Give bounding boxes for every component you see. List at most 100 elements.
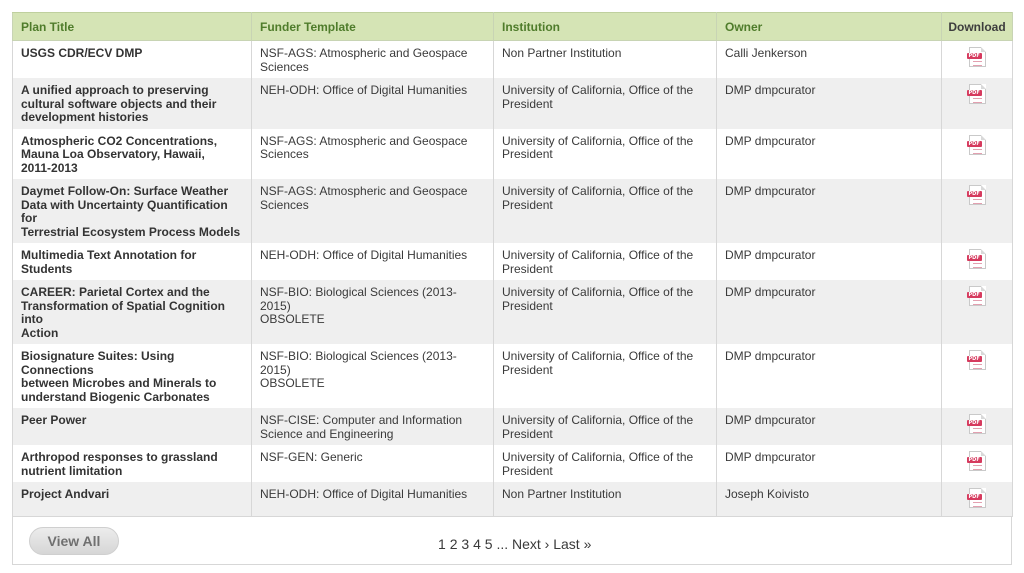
pdf-badge: PDF <box>966 494 982 500</box>
plan-title-line: Biosignature Suites: Using Connections <box>21 349 175 377</box>
column-header-owner[interactable]: Owner <box>716 12 942 41</box>
table-row[interactable]: Multimedia Text Annotation for Students NE… <box>12 243 1013 280</box>
pagination-ellipsis: ... <box>496 535 509 552</box>
download-cell: PDF <box>941 40 1013 78</box>
funder-template-line: NEH-ODH: Office of Digital Humanities <box>260 487 468 501</box>
institution-line: University of California, Office of the <box>502 450 694 464</box>
funder-template-line: NSF-BIO: Biological Sciences (2013-2015) <box>260 349 457 377</box>
view-all-button[interactable]: View All <box>29 526 119 555</box>
funder-template-cell: NSF-AGS: Atmospheric and Geospace Science… <box>251 40 494 78</box>
funder-template-line: NSF-AGS: Atmospheric and Geospace <box>260 184 468 198</box>
plan-title-cell[interactable]: Peer Power <box>12 408 252 445</box>
funder-template-line: Sciences <box>260 197 309 212</box>
institution-line: University of California, Office of the <box>502 285 694 299</box>
plan-title-cell[interactable]: CAREER: Parietal Cortex and the Transform… <box>12 280 252 344</box>
pdf-download-icon[interactable]: PDF <box>966 350 986 370</box>
table-row[interactable]: Project Andvari NEH-ODH: Office of Digita… <box>12 482 1013 517</box>
plan-title-cell[interactable]: Multimedia Text Annotation for Students <box>12 243 252 280</box>
pdf-badge: PDF <box>966 292 982 298</box>
funder-template-cell: NSF-AGS: Atmospheric and Geospace Science… <box>251 179 494 243</box>
institution-line: University of California, Office of the <box>502 349 694 363</box>
plan-title-line: Mauna Loa Observatory, Hawaii, <box>21 147 205 161</box>
plan-title-line: A unified approach to preserving <box>21 83 209 97</box>
column-header-funder-template[interactable]: Funder Template <box>251 12 494 41</box>
plan-title-cell[interactable]: Atmospheric CO2 Concentrations, Mauna Loa… <box>12 128 252 179</box>
download-cell: PDF <box>941 445 1013 482</box>
pdf-badge: PDF <box>966 420 982 426</box>
table-row[interactable]: Arthropod responses to grassland nutrient… <box>12 445 1013 482</box>
table-row[interactable]: A unified approach to preserving cultural… <box>12 78 1013 129</box>
funder-template-line: NSF-AGS: Atmospheric and Geospace <box>260 46 468 60</box>
table-row[interactable]: Biosignature Suites: Using Connections be… <box>12 344 1013 408</box>
column-header-plan-title[interactable]: Plan Title <box>12 12 252 41</box>
page-link[interactable]: 4 <box>473 536 481 552</box>
plan-title-line: Daymet Follow-On: Surface Weather <box>21 184 229 198</box>
pdf-page-lines <box>972 61 982 66</box>
institution-line: President <box>502 147 553 161</box>
pdf-page-lines <box>972 263 982 268</box>
funder-template-cell: NSF-CISE: Computer and Information Scienc… <box>251 408 494 445</box>
plan-title-cell[interactable]: Arthropod responses to grassland nutrient… <box>12 445 252 482</box>
table-row[interactable]: USGS CDR/ECV DMP NSF-AGS: Atmospheric and… <box>12 40 1013 78</box>
funder-template-line: OBSOLETE <box>260 376 325 390</box>
plan-title-cell[interactable]: Project Andvari <box>12 482 252 517</box>
funder-template-line: Sciences <box>260 147 309 161</box>
next-page-link[interactable]: Next › <box>512 536 549 552</box>
institution-line: President <box>502 426 553 441</box>
table-row[interactable]: Daymet Follow-On: Surface Weather Data wi… <box>12 179 1013 243</box>
plan-title-cell[interactable]: Biosignature Suites: Using Connections be… <box>12 344 252 408</box>
institution-cell: University of California, Office of the P… <box>493 78 717 129</box>
page-link[interactable]: 1 <box>438 536 446 552</box>
column-header-institution[interactable]: Institution <box>493 12 717 41</box>
pdf-download-icon[interactable]: PDF <box>966 488 986 508</box>
pdf-download-icon[interactable]: PDF <box>966 47 986 67</box>
institution-cell: University of California, Office of the P… <box>493 408 717 445</box>
pdf-download-icon[interactable]: PDF <box>966 249 986 269</box>
funder-template-line: NSF-AGS: Atmospheric and Geospace <box>260 133 468 148</box>
plan-title-line: Peer Power <box>21 413 87 427</box>
owner-cell: DMP dmpcurator <box>716 280 942 344</box>
table-row[interactable]: Peer Power NSF-CISE: Computer and Informa… <box>12 408 1013 445</box>
pdf-page-lines <box>972 465 982 470</box>
funder-template-line: NSF-GEN: Generic <box>260 450 363 464</box>
pdf-download-icon[interactable]: PDF <box>966 84 986 104</box>
page-link[interactable]: 3 <box>461 536 469 552</box>
funder-template-line: NEH-ODH: Office of Digital Humanities <box>260 83 468 97</box>
download-cell: PDF <box>941 408 1013 445</box>
pdf-badge: PDF <box>966 356 982 362</box>
plan-title-line: Arthropod responses to grassland <box>21 450 218 464</box>
funder-template-line: NSF-BIO: Biological Sciences (2013-2015) <box>260 285 457 313</box>
table-row[interactable]: Atmospheric CO2 Concentrations, Mauna Loa… <box>12 128 1013 179</box>
institution-line: University of California, Office of the <box>502 133 694 148</box>
owner-cell: DMP dmpcurator <box>716 445 942 482</box>
institution-cell: University of California, Office of the P… <box>493 128 717 179</box>
institution-cell: University of California, Office of the P… <box>493 344 717 408</box>
pdf-download-icon[interactable]: PDF <box>966 185 986 205</box>
download-cell: PDF <box>941 128 1013 179</box>
plan-title-cell[interactable]: A unified approach to preserving cultural… <box>12 78 252 129</box>
pdf-download-icon[interactable]: PDF <box>966 286 986 306</box>
plan-title-line: Project Andvari <box>21 487 110 501</box>
page-link[interactable]: 2 <box>450 536 458 552</box>
pdf-page-lines <box>972 300 982 305</box>
institution-line: President <box>502 463 553 478</box>
pdf-download-icon[interactable]: PDF <box>966 414 986 434</box>
pdf-download-icon[interactable]: PDF <box>966 451 986 471</box>
plan-title-line: Atmospheric CO2 Concentrations, <box>21 133 218 148</box>
plan-title-line: Terrestrial Ecosystem Process Models <box>21 224 241 239</box>
download-cell: PDF <box>941 179 1013 243</box>
plan-title-cell[interactable]: Daymet Follow-On: Surface Weather Data wi… <box>12 179 252 243</box>
last-page-link[interactable]: Last » <box>553 536 591 552</box>
pdf-download-icon[interactable]: PDF <box>966 134 986 155</box>
column-header-download: Download <box>941 12 1013 41</box>
funder-template-cell: NSF-AGS: Atmospheric and Geospace Science… <box>251 128 494 179</box>
table-row[interactable]: CAREER: Parietal Cortex and the Transform… <box>12 280 1013 344</box>
pdf-page-lines <box>972 428 982 433</box>
plan-title-line: Transformation of Spatial Cognition into <box>21 298 225 326</box>
page-link[interactable]: 5 <box>485 536 493 552</box>
page-number-links: 1 2 3 4 5 <box>438 536 496 552</box>
table-body: USGS CDR/ECV DMP NSF-AGS: Atmospheric and… <box>12 40 1013 517</box>
plan-title-cell[interactable]: USGS CDR/ECV DMP <box>12 40 252 78</box>
owner-cell: DMP dmpcurator <box>716 128 942 179</box>
owner-cell: DMP dmpcurator <box>716 408 942 445</box>
